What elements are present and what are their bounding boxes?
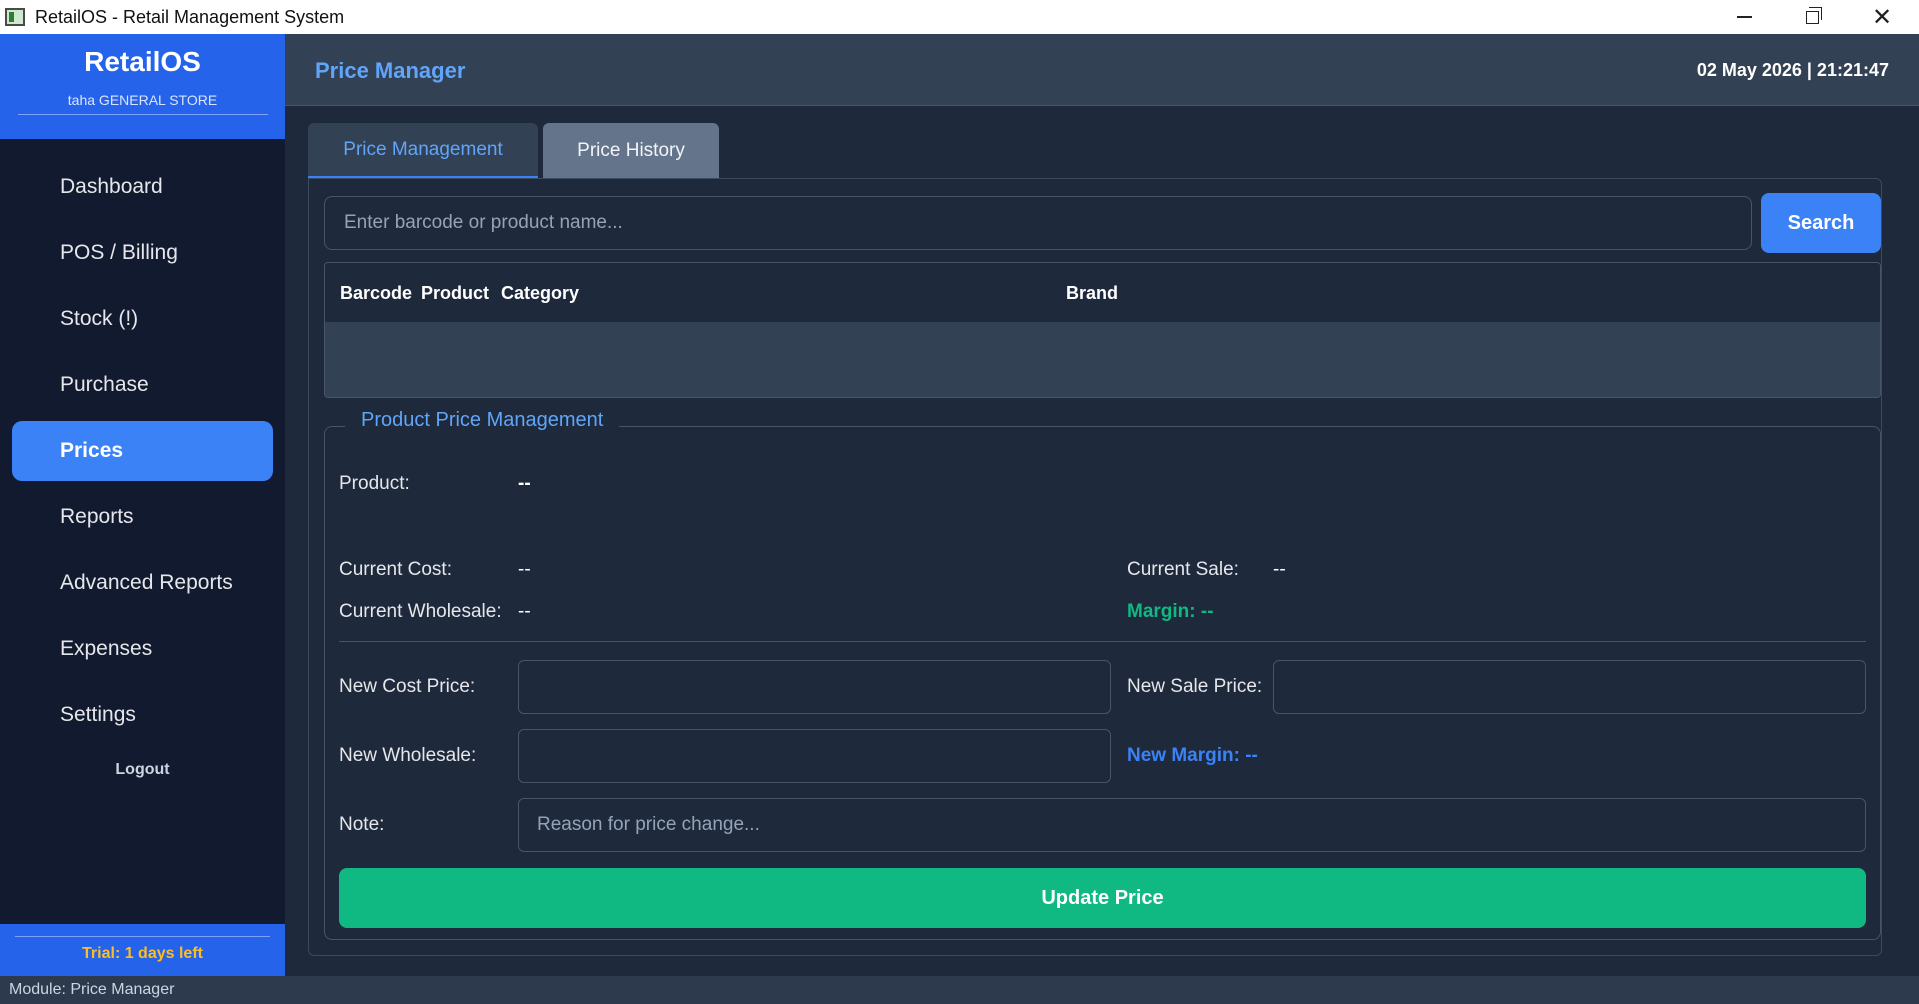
window-title: RetailOS - Retail Management System [35, 6, 345, 27]
minimize-button[interactable] [1710, 0, 1778, 34]
maximize-button[interactable] [1778, 0, 1846, 34]
status-text: Module: Price Manager [9, 981, 175, 998]
current-wholesale-value: -- [518, 601, 531, 622]
tab-price-history[interactable]: Price History [543, 123, 719, 179]
window-titlebar: RetailOS - Retail Management System ✕ [0, 0, 1919, 34]
table-body[interactable] [325, 322, 1880, 397]
page-header: Price Manager 02 May 2026 | 21:21:47 [285, 34, 1919, 106]
sidebar-item-expenses[interactable]: Expenses [12, 619, 273, 679]
new-margin-value: New Margin: -- [1127, 745, 1258, 766]
close-button[interactable]: ✕ [1848, 0, 1916, 34]
note-input[interactable] [518, 798, 1866, 852]
restore-icon [1805, 6, 1822, 24]
product-label: Product: [339, 473, 410, 494]
column-header-barcode[interactable]: Barcode [340, 283, 412, 304]
logout-button[interactable]: Logout [0, 761, 285, 779]
column-header-product[interactable]: Product [421, 283, 489, 304]
status-bar: Module: Price Manager [0, 976, 1919, 1004]
column-header-brand[interactable]: Brand [1066, 283, 1118, 304]
datetime-display: 02 May 2026 | 21:21:47 [1696, 60, 1889, 80]
close-icon: ✕ [1871, 3, 1893, 31]
sidebar-item-settings[interactable]: Settings [12, 685, 273, 745]
sidebar-nav: Dashboard POS / Billing Stock (!) Purcha… [0, 139, 285, 745]
trial-text: Trial: 1 days left [15, 936, 270, 963]
app-icon [5, 8, 25, 26]
sidebar: RetailOS taha GENERAL STORE Dashboard PO… [0, 34, 285, 976]
sidebar-item-purchase[interactable]: Purchase [12, 355, 273, 415]
sidebar-item-pos-billing[interactable]: POS / Billing [12, 223, 273, 283]
trial-banner: Trial: 1 days left [0, 924, 285, 976]
margin-value: Margin: -- [1127, 601, 1214, 622]
product-table: Barcode Product Category Brand [324, 262, 1881, 398]
brand-block: RetailOS taha GENERAL STORE [0, 34, 285, 139]
brand-name: RetailOS [84, 46, 201, 77]
tab-price-management[interactable]: Price Management [308, 123, 538, 179]
sidebar-item-advanced-reports[interactable]: Advanced Reports [12, 553, 273, 613]
current-sale-value: -- [1273, 559, 1286, 580]
current-cost-label: Current Cost: [339, 559, 452, 580]
store-name: taha GENERAL STORE [17, 92, 268, 115]
current-wholesale-label: Current Wholesale: [339, 601, 502, 622]
update-price-button[interactable]: Update Price [339, 868, 1866, 928]
new-wholesale-label: New Wholesale: [339, 745, 477, 766]
tab-bar: Price Management Price History [308, 123, 719, 179]
note-label: Note: [339, 814, 385, 835]
new-cost-label: New Cost Price: [339, 676, 476, 697]
search-input[interactable] [324, 196, 1752, 250]
section-divider [339, 641, 1866, 642]
sidebar-item-dashboard[interactable]: Dashboard [12, 157, 273, 217]
search-button[interactable]: Search [1761, 193, 1881, 253]
new-sale-label: New Sale Price: [1127, 676, 1263, 697]
sidebar-item-stock[interactable]: Stock (!) [12, 289, 273, 349]
new-sale-price-input[interactable] [1273, 660, 1866, 714]
sidebar-item-reports[interactable]: Reports [12, 487, 273, 547]
new-cost-price-input[interactable] [518, 660, 1111, 714]
column-header-category[interactable]: Category [501, 283, 579, 304]
group-legend: Product Price Management [345, 409, 620, 432]
page-title: Price Manager [315, 58, 466, 83]
sidebar-item-prices[interactable]: Prices [12, 421, 273, 481]
minimize-icon [1736, 16, 1752, 18]
new-wholesale-input[interactable] [518, 729, 1111, 783]
current-sale-label: Current Sale: [1127, 559, 1239, 580]
current-cost-value: -- [518, 559, 531, 580]
product-value: -- [518, 473, 531, 494]
table-header: Barcode Product Category Brand [325, 263, 1880, 322]
